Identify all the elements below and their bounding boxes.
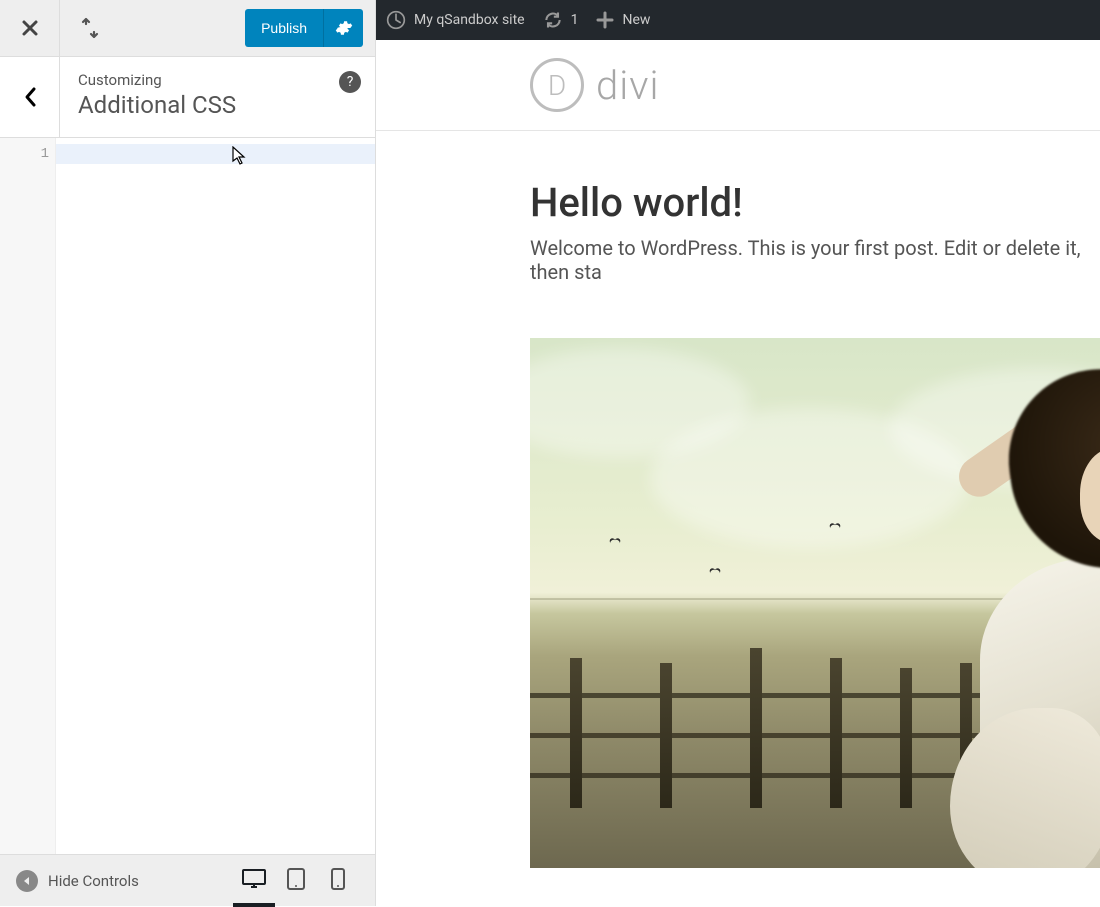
editor-body[interactable] <box>56 138 375 854</box>
close-customizer-button[interactable] <box>0 0 60 57</box>
post-content: Hello world! Welcome to WordPress. This … <box>376 131 1100 284</box>
tablet-icon <box>287 868 305 890</box>
adminbar-new[interactable]: New <box>596 11 650 29</box>
chevron-left-icon <box>23 86 37 108</box>
editor-gutter: 1 <box>0 138 56 854</box>
collapse-sidebar-button[interactable] <box>16 870 38 892</box>
hide-controls-label[interactable]: Hide Controls <box>48 872 139 890</box>
featured-image <box>530 338 1100 868</box>
preview-pane: My qSandbox site 1 New D divi Hello worl… <box>376 0 1100 906</box>
breadcrumb-row: Customizing Additional CSS ? <box>0 57 375 138</box>
publish-button-group: Publish <box>245 9 363 47</box>
device-tablet-button[interactable] <box>275 855 317 907</box>
adminbar-refresh[interactable]: 1 <box>543 10 579 30</box>
logo-mark-icon: D <box>530 58 584 112</box>
mobile-icon <box>331 868 345 890</box>
editor-active-line <box>56 144 375 164</box>
desktop-icon <box>242 869 266 889</box>
breadcrumb-title: Additional CSS <box>78 91 357 119</box>
back-button[interactable] <box>0 57 60 137</box>
breadcrumb-kicker: Customizing <box>78 71 357 89</box>
refresh-icon <box>543 10 563 30</box>
post-title[interactable]: Hello world! <box>530 179 1100 226</box>
adminbar-site-link[interactable]: My qSandbox site <box>386 10 525 30</box>
help-button[interactable]: ? <box>339 71 361 93</box>
logo-text: divi <box>596 62 659 109</box>
triangle-left-icon <box>22 876 32 886</box>
dashboard-icon <box>386 10 406 30</box>
device-desktop-button[interactable] <box>233 855 275 907</box>
plus-icon <box>596 11 614 29</box>
device-mobile-button[interactable] <box>317 855 359 907</box>
gear-icon <box>335 19 353 37</box>
customizer-topbar: Publish <box>0 0 375 57</box>
adminbar-new-label: New <box>622 12 650 28</box>
adminbar-site-name: My qSandbox site <box>414 12 525 28</box>
line-number: 1 <box>0 144 49 164</box>
customizer-footer: Hide Controls <box>0 854 375 906</box>
wp-admin-bar: My qSandbox site 1 New <box>376 0 1100 40</box>
post-body: Welcome to WordPress. This is your first… <box>530 236 1100 284</box>
customizer-sidebar: Publish Customizing Additional CSS ? 1 <box>0 0 376 906</box>
up-down-arrows-icon <box>80 17 100 39</box>
site-logo[interactable]: D divi <box>530 58 1100 112</box>
site-header: D divi <box>376 40 1100 131</box>
publish-settings-button[interactable] <box>323 9 363 47</box>
css-editor[interactable]: 1 <box>0 138 375 854</box>
publish-button[interactable]: Publish <box>245 9 323 47</box>
adminbar-refresh-count: 1 <box>571 12 579 28</box>
expand-collapse-button[interactable] <box>60 0 120 57</box>
close-icon <box>21 19 39 37</box>
